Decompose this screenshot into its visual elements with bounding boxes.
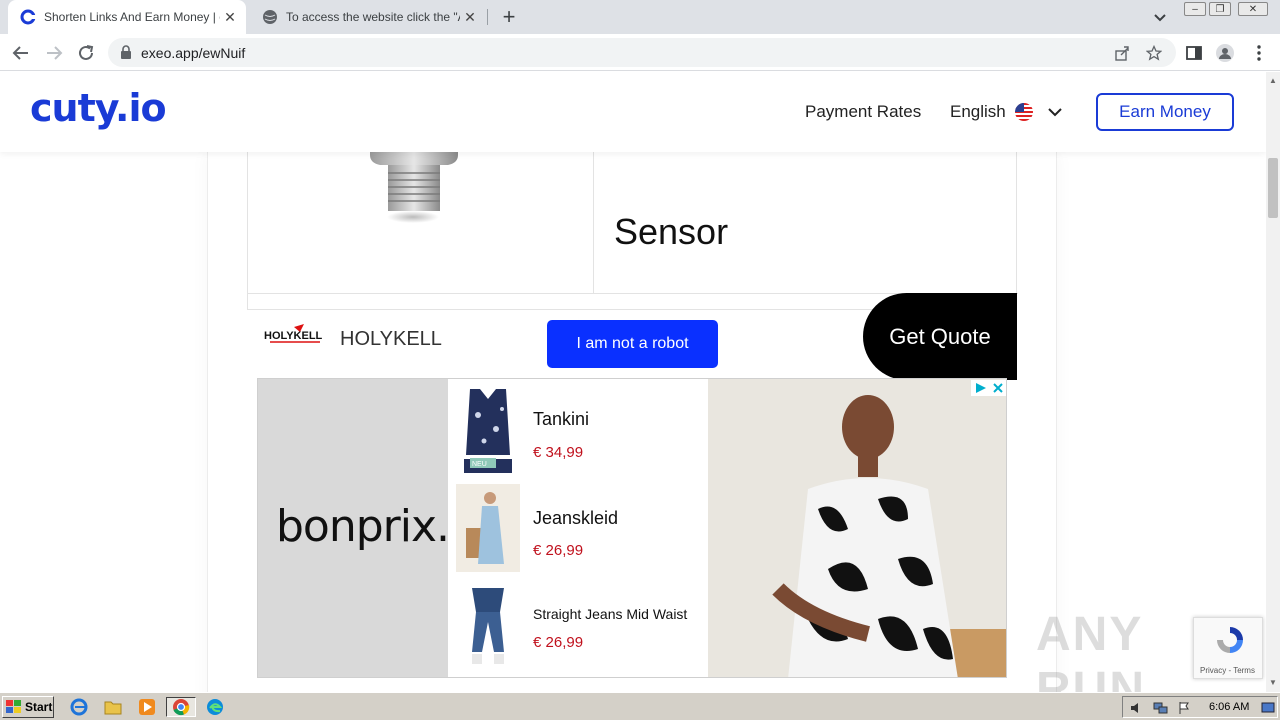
get-quote-button[interactable]: Get Quote — [863, 293, 1017, 380]
nav-payment-rates[interactable]: Payment Rates — [805, 102, 921, 122]
ie-icon[interactable] — [68, 697, 90, 717]
jeanskleid-thumbnail — [456, 484, 520, 572]
product-name: Straight Jeans Mid Waist — [533, 606, 688, 622]
tab-title: Shorten Links And Earn Money | cuty.io — [44, 10, 220, 24]
browser-toolbar: exeo.app/ewNuif — [0, 34, 1280, 71]
scroll-up-arrow-icon[interactable]: ▲ — [1269, 76, 1277, 85]
product-price: € 26,99 — [533, 542, 584, 559]
language-selector[interactable]: English — [950, 102, 1006, 122]
site-header: cuty.io Payment Rates English Earn Money — [0, 72, 1266, 152]
product-name: Jeanskleid — [533, 508, 619, 528]
folder-icon[interactable] — [102, 697, 124, 717]
web-page: Sensor HOLYKELL HOLYKELL Get Quote I am … — [0, 72, 1266, 692]
taskbar-clock: 6:06 AM — [1209, 701, 1250, 713]
recaptcha-links[interactable]: Privacy - Terms — [1200, 666, 1255, 675]
show-desktop-icon[interactable] — [1261, 701, 1275, 715]
chevron-down-icon[interactable] — [1150, 7, 1170, 27]
model-photo[interactable] — [708, 379, 1006, 677]
ad-close-icon[interactable] — [992, 382, 1004, 394]
tab-separator — [487, 9, 488, 25]
bonprix-brand-panel[interactable]: bonprix. — [258, 379, 450, 677]
holykell-ad[interactable]: Sensor HOLYKELL HOLYKELL Get Quote — [247, 144, 1018, 380]
network-icon[interactable] — [1153, 701, 1169, 715]
system-tray: 6:06 AM — [1122, 696, 1278, 718]
kebab-menu-icon[interactable] — [1249, 43, 1269, 63]
minimize-button[interactable]: – — [1184, 2, 1206, 16]
media-player-icon[interactable] — [136, 697, 158, 717]
tab-allow[interactable]: To access the website click the "Allow" … — [250, 0, 486, 34]
svg-text:NEU: NEU — [472, 461, 487, 468]
chrome-icon[interactable] — [166, 697, 196, 717]
forward-arrow-icon[interactable] — [43, 42, 65, 64]
sensor-image — [248, 145, 594, 293]
profile-avatar-icon[interactable] — [1215, 43, 1235, 63]
sensor-product-image — [370, 145, 458, 223]
product-item[interactable]: Straight Jeans Mid Waist € 26,99 — [456, 582, 716, 672]
product-name: Tankini — [533, 409, 590, 429]
flag-notification-icon[interactable] — [1177, 701, 1191, 715]
address-bar[interactable]: exeo.app/ewNuif — [108, 38, 1176, 67]
url-text: exeo.app/ewNuif — [141, 45, 246, 61]
cuty-logo[interactable]: cuty.io — [30, 86, 167, 130]
holykell-logo: HOLYKELL — [264, 324, 326, 351]
globe-icon — [263, 10, 277, 24]
browser-tab-strip: Shorten Links And Earn Money | cuty.io ✕… — [0, 0, 1280, 34]
product-price: € 34,99 — [533, 444, 584, 461]
adchoices-play-icon[interactable] — [974, 382, 988, 394]
bonprix-ad[interactable]: bonprix. NEU Tankini € 34,99 Jeanskleid — [257, 378, 1007, 678]
not-a-robot-button[interactable]: I am not a robot — [547, 320, 718, 368]
close-window-button[interactable]: ✕ — [1238, 2, 1268, 16]
share-icon[interactable] — [1114, 45, 1130, 61]
recaptcha-badge[interactable]: Privacy - Terms — [1193, 617, 1263, 679]
reload-icon[interactable] — [75, 42, 97, 64]
us-flag-icon — [1015, 103, 1033, 121]
scroll-down-arrow-icon[interactable]: ▼ — [1269, 678, 1277, 687]
tankini-thumbnail: NEU — [456, 385, 520, 473]
tab-close-icon[interactable]: ✕ — [460, 7, 480, 27]
scroll-thumb[interactable] — [1268, 158, 1278, 218]
start-label: Start — [25, 700, 53, 714]
product-item[interactable]: Jeanskleid € 26,99 — [456, 484, 716, 574]
tab-close-icon[interactable]: ✕ — [220, 7, 240, 27]
bonprix-logo: bonprix. — [276, 501, 450, 552]
windows-taskbar: Start 6:06 AM — [0, 692, 1280, 720]
cuty-favicon-icon — [20, 9, 36, 25]
jeans-thumbnail — [456, 582, 520, 670]
windows-logo-icon — [6, 700, 21, 713]
back-arrow-icon[interactable] — [10, 42, 32, 64]
product-item[interactable]: NEU Tankini € 34,99 — [456, 385, 716, 475]
side-panel-icon[interactable] — [1184, 43, 1204, 63]
page-scrollbar[interactable]: ▲ ▼ — [1266, 72, 1280, 692]
tab-title: To access the website click the "Allow" — [286, 10, 460, 24]
recaptcha-logo-icon — [1217, 627, 1243, 653]
chevron-down-icon[interactable] — [1046, 103, 1064, 121]
product-price: € 26,99 — [533, 634, 584, 651]
start-button[interactable]: Start — [2, 696, 54, 718]
edge-icon[interactable] — [204, 697, 226, 717]
bookmark-star-icon[interactable] — [1146, 45, 1162, 61]
volume-icon[interactable] — [1129, 701, 1143, 715]
maximize-button[interactable]: ❐ — [1209, 2, 1231, 16]
ad-choices[interactable] — [971, 380, 1006, 396]
ad-headline: Sensor — [614, 211, 729, 252]
lock-icon — [121, 45, 131, 59]
earn-money-button[interactable]: Earn Money — [1096, 93, 1234, 131]
new-tab-button[interactable]: + — [498, 4, 520, 29]
tab-cuty[interactable]: Shorten Links And Earn Money | cuty.io ✕ — [8, 0, 246, 34]
ad-brand-name: HOLYKELL — [340, 328, 442, 350]
svg-text:HOLYKELL: HOLYKELL — [264, 330, 323, 342]
